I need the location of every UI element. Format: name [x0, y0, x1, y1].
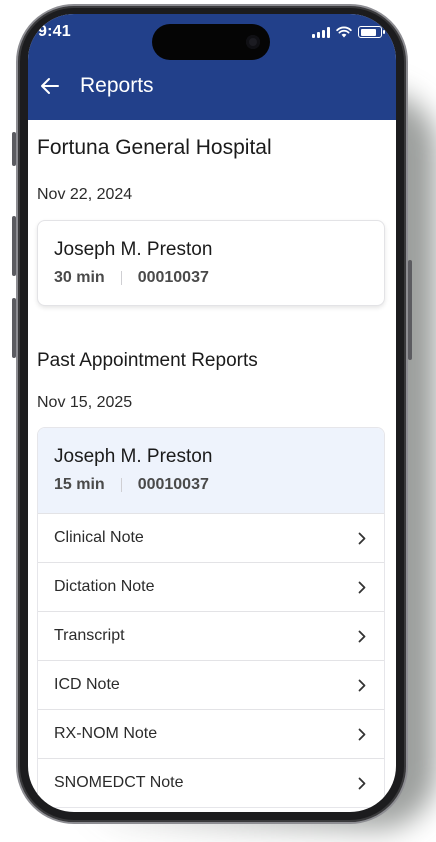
upcoming-date: Nov 22, 2024	[37, 186, 133, 203]
back-button[interactable]	[38, 74, 62, 98]
cellular-signal-icon	[312, 26, 330, 38]
report-row-dictation-note[interactable]: Dictation Note	[38, 562, 384, 611]
chevron-right-icon	[356, 629, 368, 643]
battery-icon	[358, 26, 385, 38]
record-id: 00010037	[137, 476, 209, 493]
patient-name: Joseph M. Preston	[54, 239, 213, 260]
report-row-rx-nom-note[interactable]: RX-NOM Note	[38, 709, 384, 758]
dynamic-island	[152, 24, 270, 60]
report-label: SNOMEDCT Note	[54, 774, 184, 791]
report-label: ICD Note	[54, 676, 120, 693]
past-appointment-summary[interactable]: Joseph M. Preston 15 min 00010037	[38, 428, 384, 513]
past-appointment-card: Joseph M. Preston 15 min 00010037 Clinic…	[37, 427, 385, 808]
status-icons	[312, 26, 385, 38]
report-row-transcript[interactable]: Transcript	[38, 611, 384, 660]
camera-icon	[246, 35, 260, 49]
chevron-right-icon	[356, 580, 368, 594]
chevron-right-icon	[356, 678, 368, 692]
patient-name: Joseph M. Preston	[54, 446, 213, 467]
arrow-left-icon	[41, 78, 59, 94]
volume-up-button	[12, 216, 16, 276]
mute-switch	[12, 132, 16, 166]
report-row-icd-note[interactable]: ICD Note	[38, 660, 384, 709]
phone-screen: 9:41 Reports Fortuna General Hospital No…	[28, 14, 396, 812]
report-row-clinical-note[interactable]: Clinical Note	[38, 513, 384, 562]
volume-down-button	[12, 298, 16, 358]
chevron-right-icon	[356, 727, 368, 741]
status-time: 9:41	[38, 23, 71, 40]
report-label: Transcript	[54, 627, 125, 644]
wifi-icon	[336, 26, 352, 38]
meta-divider	[120, 271, 122, 285]
report-row-snomedct-note[interactable]: SNOMEDCT Note	[38, 758, 384, 807]
past-date: Nov 15, 2025	[37, 394, 133, 411]
power-button	[408, 260, 412, 360]
meta-divider	[120, 478, 122, 492]
hospital-name: Fortuna General Hospital	[37, 136, 272, 159]
page-title: Reports	[80, 74, 154, 97]
upcoming-appointment-card[interactable]: Joseph M. Preston 30 min 00010037	[37, 220, 385, 306]
report-label: Clinical Note	[54, 529, 144, 546]
record-id: 00010037	[137, 269, 209, 286]
report-label: RX-NOM Note	[54, 725, 158, 742]
report-label: Dictation Note	[54, 578, 155, 595]
chevron-right-icon	[356, 531, 368, 545]
app-header: 9:41 Reports	[28, 14, 396, 120]
appointment-duration: 30 min	[54, 269, 105, 286]
appointment-duration: 15 min	[54, 476, 105, 493]
past-reports-heading: Past Appointment Reports	[37, 350, 258, 371]
chevron-right-icon	[356, 776, 368, 790]
